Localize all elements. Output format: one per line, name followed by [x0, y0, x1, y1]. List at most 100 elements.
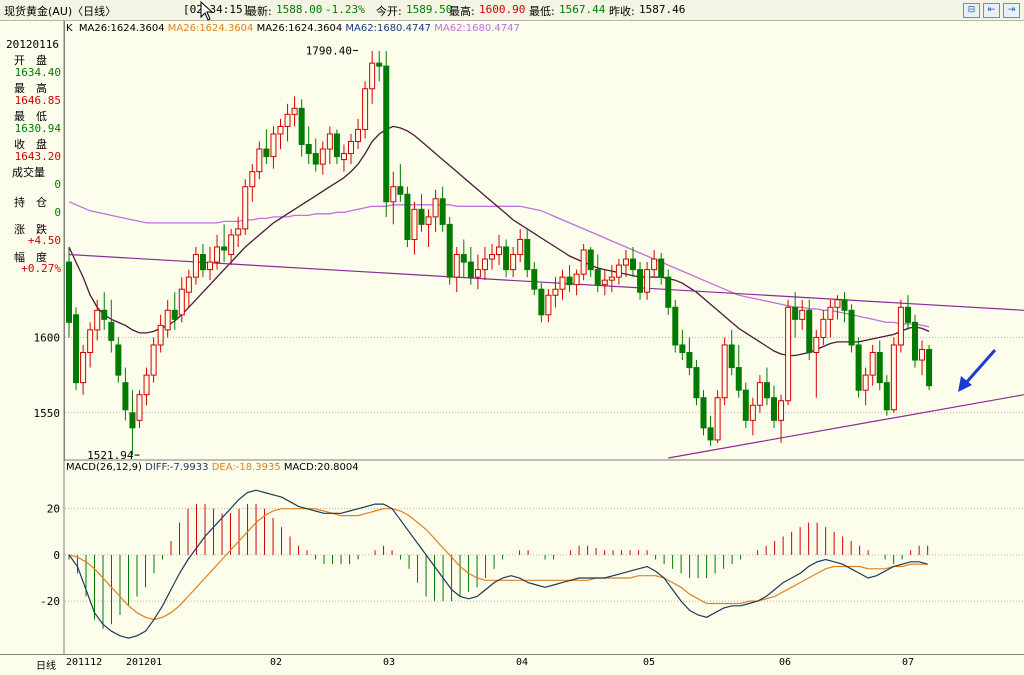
candle-body [714, 397, 721, 441]
candle-body [312, 153, 319, 165]
candle-body [214, 246, 221, 263]
candle-body [841, 299, 848, 311]
x-tick-label: 201112 [66, 657, 103, 668]
candle-body [749, 404, 756, 421]
indicator-arrow [963, 349, 997, 385]
candle-body [545, 294, 552, 316]
candle-body [728, 344, 735, 369]
candle-body [496, 246, 503, 256]
trendline [668, 394, 1024, 459]
candle-body [869, 352, 876, 376]
candle-body [658, 258, 665, 278]
candle-body [651, 258, 658, 271]
candle-body [594, 269, 601, 286]
candle-body [630, 258, 636, 271]
candle-body [700, 397, 707, 429]
x-tick-label: 201201 [126, 657, 163, 668]
candle-body [383, 65, 390, 203]
candle-body [122, 382, 129, 411]
candle-body [510, 254, 517, 271]
candle-body [284, 113, 291, 127]
macd-value-legend: MACD:20.8004 [283, 462, 359, 473]
diff-line [68, 489, 928, 639]
candle-body [587, 249, 594, 271]
candle-body [446, 223, 453, 278]
period-label: 日线 [36, 661, 56, 672]
candle-body [813, 336, 820, 353]
candle-body [467, 261, 474, 278]
candle-body [474, 269, 481, 278]
candle-body [390, 186, 397, 203]
candle-body [66, 261, 72, 323]
candle-body [94, 309, 101, 331]
candle-body [883, 382, 890, 411]
x-tick-label: 03 [383, 657, 396, 668]
candle-body [263, 148, 270, 158]
candle-body [862, 374, 869, 391]
candle-body [919, 348, 926, 361]
y-tick-label: 1600 [34, 331, 61, 344]
candle-body [608, 276, 615, 281]
candle-body [912, 321, 918, 361]
candle-body [362, 88, 369, 130]
candle-body [566, 276, 573, 286]
candle-body [622, 258, 629, 266]
x-tick-label: 04 [516, 657, 529, 668]
macd-y-tick-label: 0 [53, 549, 60, 562]
date-axis: 日线 201112 201201 02 03 04 05 06 07 [0, 654, 1024, 675]
candle-body [397, 186, 404, 195]
candle-body [319, 148, 326, 165]
x-tick-label: 06 [779, 657, 792, 668]
y-tick-label: 1550 [34, 407, 61, 420]
candle-body [164, 309, 171, 331]
mouse-cursor-icon [200, 0, 214, 21]
candle-body [897, 306, 904, 346]
candle-body [185, 276, 192, 293]
macd-legend: MACD(26,12,9) DIFF:-7.9933 DEA:-18.3935 … [66, 462, 359, 473]
candle-body [615, 264, 622, 278]
candle-body [890, 344, 897, 411]
candle-body [686, 352, 693, 369]
candle-body [73, 314, 80, 384]
price-chart[interactable]: 1550 1600 20 0 -20 1790.40 1521.94 [0, 0, 1024, 674]
candle-body [538, 288, 545, 316]
candle-body [418, 208, 425, 225]
candle-body [552, 288, 559, 296]
macd-y-tick-label: 20 [47, 503, 60, 516]
candle-body [432, 198, 439, 218]
candle-body [228, 234, 235, 256]
candle-body [256, 148, 263, 173]
candle-body [80, 352, 87, 384]
candle-body [235, 228, 242, 236]
candle-body [679, 344, 686, 354]
candle-body [848, 309, 855, 346]
candle-body [693, 367, 700, 399]
candle-body [333, 133, 340, 158]
candle-body [756, 382, 763, 406]
candle-body [355, 128, 362, 142]
candle-body [672, 306, 679, 346]
candle-body [601, 279, 608, 286]
candle-body [207, 261, 213, 271]
candle-body [771, 397, 777, 421]
candle-body [904, 306, 911, 323]
ma62-legend-b: MA62:1680.4747 [434, 23, 520, 34]
candle-body [517, 238, 524, 256]
candle-body [735, 367, 742, 391]
candle-body [129, 412, 136, 429]
ma26-legend-a: MA26:1624.3604 [78, 23, 165, 34]
candle-body [298, 107, 305, 146]
ma62-legend-a: MA62:1680.4747 [345, 23, 432, 34]
candle-body [87, 329, 94, 353]
candle-body [834, 299, 841, 308]
candle-body [820, 318, 827, 338]
candle-body [242, 186, 249, 230]
candle-body [785, 306, 792, 402]
candle-body [404, 193, 411, 240]
candle-body [559, 276, 566, 290]
candle-body [249, 171, 256, 188]
candle-body [531, 269, 538, 290]
price-annotation: 1521.94 [87, 449, 134, 462]
candle-body [376, 62, 383, 67]
candle-body [926, 348, 933, 387]
